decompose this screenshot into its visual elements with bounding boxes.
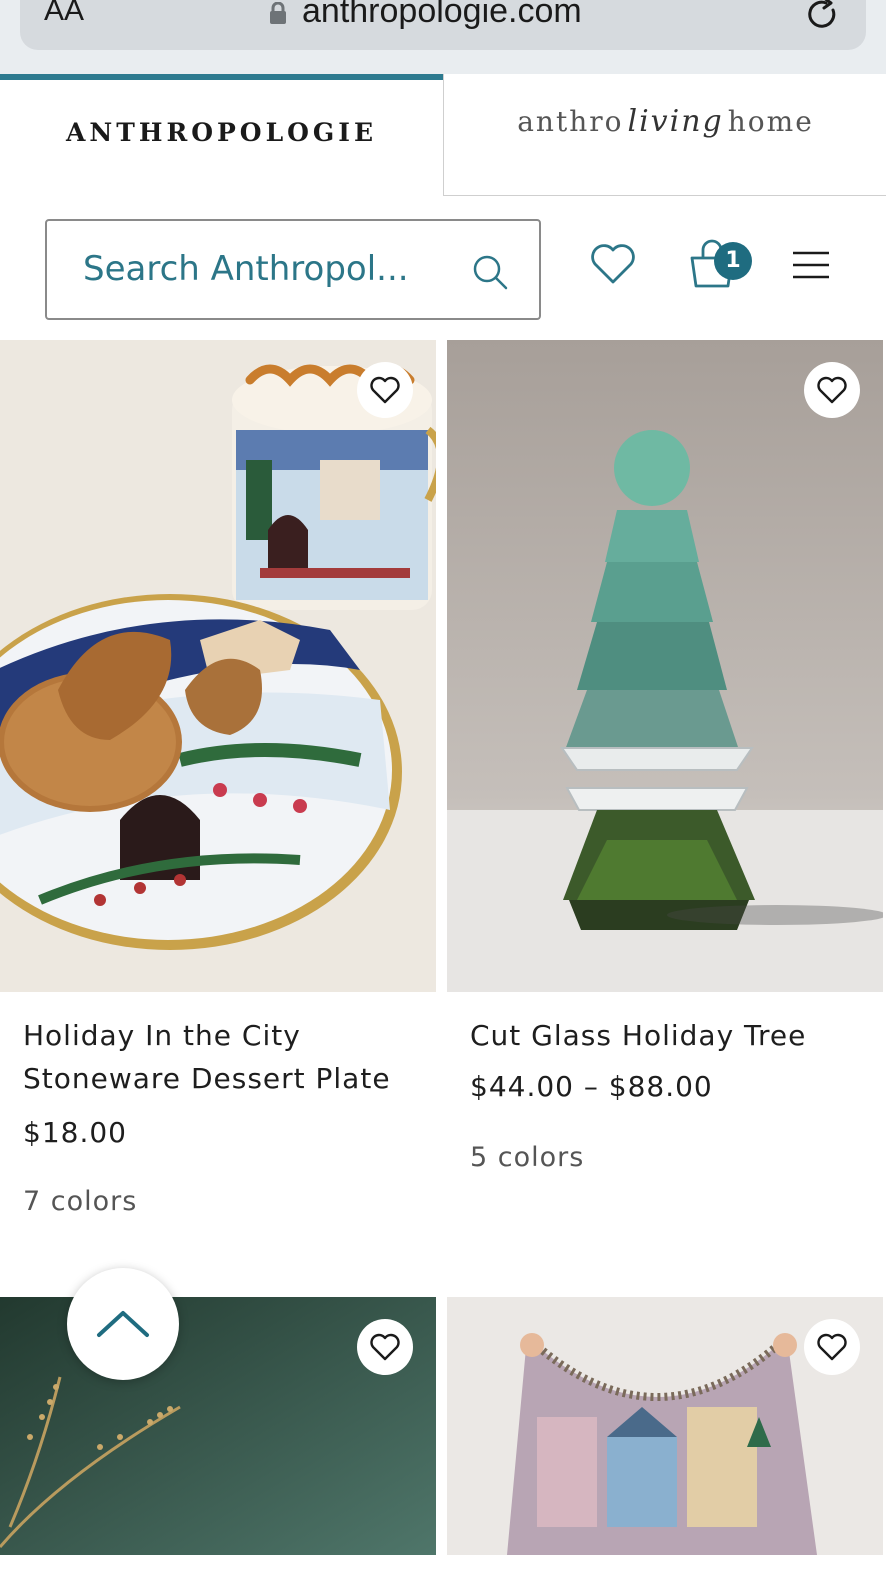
logo-word-living: living bbox=[627, 104, 724, 139]
search-icon[interactable] bbox=[471, 253, 509, 291]
lock-icon bbox=[270, 2, 286, 24]
product-name-line: Cut Glass Holiday Tree bbox=[470, 1019, 807, 1052]
wishlist-heart-icon[interactable] bbox=[590, 242, 636, 286]
tab-anthro-living-home[interactable]: anthro living home bbox=[443, 74, 886, 196]
heart-icon bbox=[817, 376, 847, 404]
product-name[interactable]: Holiday In the City Stoneware Dessert Pl… bbox=[23, 1014, 391, 1100]
site-header: Search Anthropol... 1 bbox=[0, 198, 886, 338]
chevron-up-icon bbox=[97, 1311, 149, 1337]
hamburger-menu-icon[interactable] bbox=[792, 250, 830, 280]
anthro-living-home-logo: anthro living home bbox=[444, 104, 886, 139]
product-name-line: Holiday In the City bbox=[23, 1019, 301, 1052]
favorite-button[interactable] bbox=[357, 1319, 413, 1375]
glass-tree-illustration bbox=[447, 340, 883, 992]
search-placeholder: Search Anthropol... bbox=[83, 249, 409, 289]
product-name-line: Stoneware Dessert Plate bbox=[23, 1062, 391, 1095]
browser-address-bar: AA anthropologie.com bbox=[0, 0, 886, 74]
product-price: $18.00 bbox=[23, 1116, 127, 1149]
text-size-button[interactable]: AA bbox=[44, 0, 84, 28]
product-colors[interactable]: 5 colors bbox=[470, 1142, 584, 1173]
logo-word-home: home bbox=[727, 105, 814, 138]
dessert-plate-illustration bbox=[0, 340, 436, 992]
heart-icon bbox=[370, 376, 400, 404]
product-image-dessert-plate[interactable] bbox=[0, 340, 436, 992]
favorite-button[interactable] bbox=[804, 362, 860, 418]
scroll-to-top-button[interactable] bbox=[67, 1268, 179, 1380]
search-input[interactable]: Search Anthropol... bbox=[45, 219, 541, 320]
logo-word-anthro: anthro bbox=[517, 105, 624, 138]
product-name[interactable]: Cut Glass Holiday Tree bbox=[470, 1014, 806, 1057]
brand-tabs: ANTHROPOLOGIE anthro living home bbox=[0, 74, 886, 198]
product-image-glass-tree[interactable] bbox=[447, 340, 883, 992]
heart-icon bbox=[817, 1333, 847, 1361]
active-tab-indicator bbox=[0, 74, 443, 80]
anthropologie-logo: ANTHROPOLOGIE bbox=[65, 118, 378, 147]
favorite-button[interactable] bbox=[357, 362, 413, 418]
tab-anthropologie[interactable]: ANTHROPOLOGIE bbox=[0, 74, 443, 198]
url-text[interactable]: anthropologie.com bbox=[302, 0, 582, 31]
bag-count-badge: 1 bbox=[714, 242, 752, 280]
product-price: $44.00 – $88.00 bbox=[470, 1070, 713, 1103]
product-colors[interactable]: 7 colors bbox=[23, 1186, 137, 1217]
reload-icon[interactable] bbox=[804, 0, 840, 32]
heart-icon bbox=[370, 1333, 400, 1361]
favorite-button[interactable] bbox=[804, 1319, 860, 1375]
